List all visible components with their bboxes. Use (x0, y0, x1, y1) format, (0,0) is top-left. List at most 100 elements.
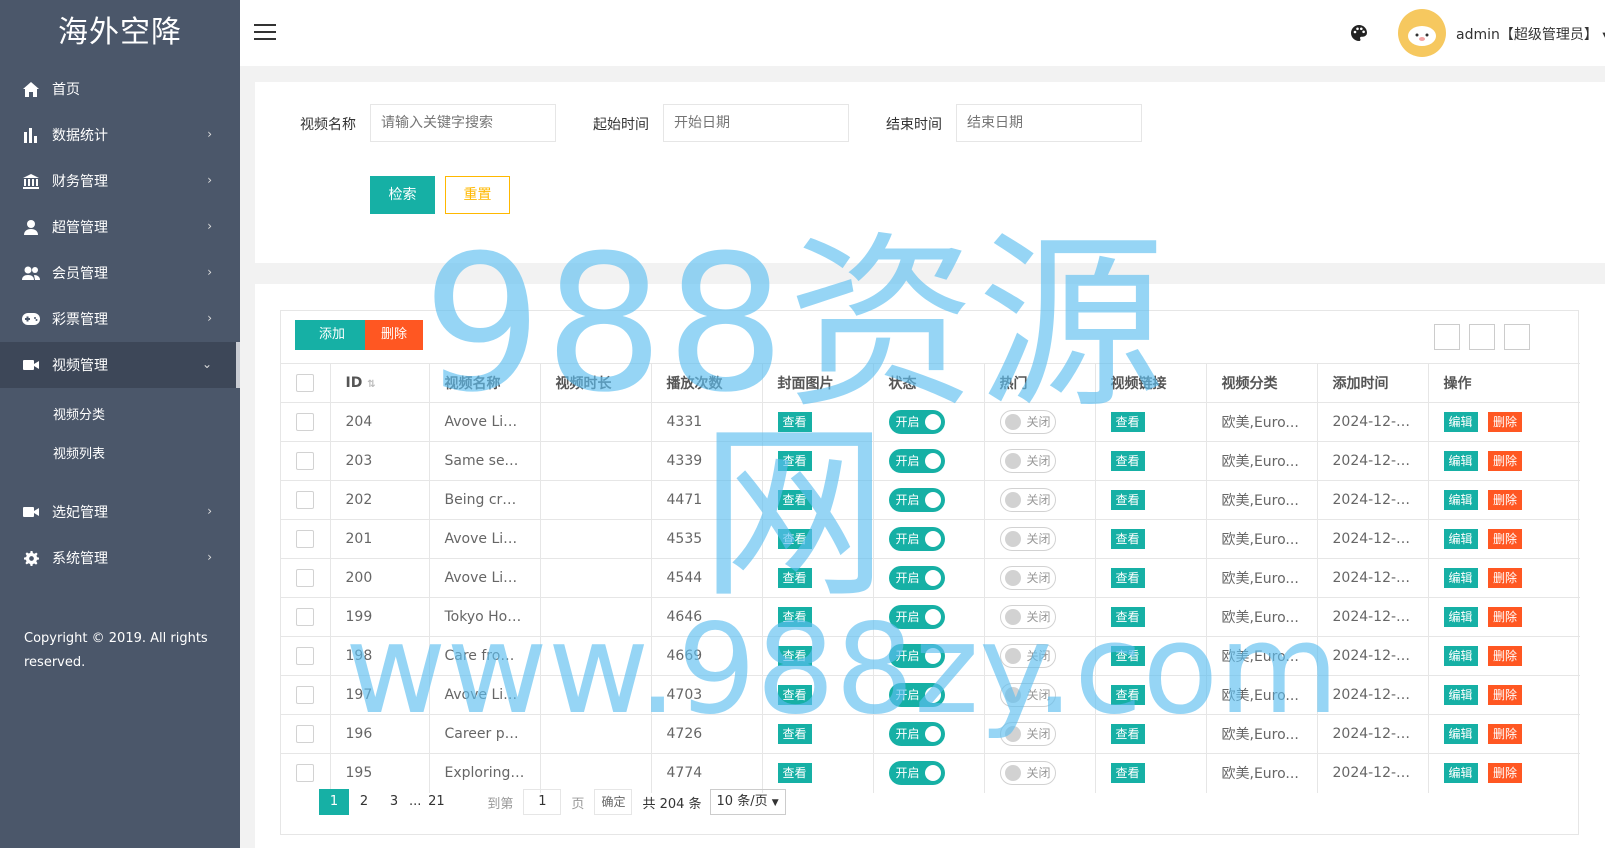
status-toggle[interactable]: 开启 (888, 722, 945, 746)
view-link-button[interactable]: 查看 (1110, 646, 1145, 666)
page-button[interactable]: 2 (349, 789, 379, 815)
view-cover-button[interactable]: 查看 (777, 607, 812, 627)
row-checkbox[interactable] (296, 569, 314, 587)
view-link-button[interactable]: 查看 (1110, 568, 1145, 588)
sidebar-item-6[interactable]: 视频管理 ⌄ (0, 342, 240, 388)
row-checkbox[interactable] (296, 530, 314, 548)
edit-button[interactable]: 编辑 (1443, 568, 1478, 588)
page-button[interactable]: 1 (319, 789, 349, 815)
view-link-button[interactable]: 查看 (1110, 763, 1145, 784)
hot-toggle[interactable]: 关闭 (999, 683, 1056, 707)
row-checkbox[interactable] (296, 491, 314, 509)
sidebar-item-0[interactable]: 首页 (0, 66, 240, 112)
status-toggle[interactable]: 开启 (888, 527, 945, 551)
view-cover-button[interactable]: 查看 (777, 646, 812, 666)
sidebar-item-7[interactable]: 选妃管理 › (0, 489, 240, 535)
hot-toggle[interactable]: 关闭 (999, 488, 1056, 512)
row-checkbox[interactable] (296, 764, 314, 783)
hot-toggle[interactable]: 关闭 (999, 527, 1056, 551)
view-cover-button[interactable]: 查看 (777, 490, 812, 510)
sidebar-item-8[interactable]: 系统管理 › (0, 535, 240, 581)
delete-button[interactable]: 删除 (1487, 490, 1522, 510)
delete-button[interactable]: 删除 (1487, 451, 1522, 471)
palette-icon[interactable] (1350, 24, 1368, 42)
start-date-input[interactable]: 开始日期 (663, 104, 849, 142)
end-date-input[interactable]: 结束日期 (956, 104, 1142, 142)
user-menu[interactable]: admin【超级管理员】 ▼ (1456, 24, 1605, 44)
row-checkbox[interactable] (296, 608, 314, 626)
avatar[interactable] (1398, 9, 1446, 57)
sidebar-item-4[interactable]: 会员管理 › (0, 250, 240, 296)
sidebar-item-5[interactable]: 彩票管理 › (0, 296, 240, 342)
delete-button[interactable]: 删除 (1487, 568, 1522, 588)
page-size-select[interactable]: 10 条/页 ▼ (709, 789, 786, 815)
view-cover-button[interactable]: 查看 (777, 763, 812, 784)
view-cover-button[interactable]: 查看 (777, 724, 812, 744)
edit-button[interactable]: 编辑 (1443, 412, 1478, 432)
column-header[interactable]: ID ⇅ (330, 363, 430, 403)
edit-button[interactable]: 编辑 (1443, 529, 1478, 549)
hot-toggle[interactable]: 关闭 (999, 410, 1056, 434)
sort-icon[interactable]: ⇅ (367, 379, 375, 390)
edit-button[interactable]: 编辑 (1443, 763, 1478, 784)
print-icon[interactable] (1504, 324, 1530, 350)
view-link-button[interactable]: 查看 (1110, 685, 1145, 705)
view-link-button[interactable]: 查看 (1110, 607, 1145, 627)
delete-button[interactable]: 删除 (1487, 529, 1522, 549)
edit-button[interactable]: 编辑 (1443, 724, 1478, 744)
view-link-button[interactable]: 查看 (1110, 451, 1145, 471)
edit-button[interactable]: 编辑 (1443, 451, 1478, 471)
status-toggle[interactable]: 开启 (888, 410, 945, 434)
row-checkbox[interactable] (296, 413, 314, 431)
sidebar-item-3[interactable]: 超管管理 › (0, 204, 240, 250)
view-cover-button[interactable]: 查看 (777, 685, 812, 705)
edit-button[interactable]: 编辑 (1443, 646, 1478, 666)
edit-button[interactable]: 编辑 (1443, 685, 1478, 705)
hot-toggle[interactable]: 关闭 (999, 644, 1056, 668)
view-link-button[interactable]: 查看 (1110, 412, 1145, 432)
view-cover-button[interactable]: 查看 (777, 451, 812, 471)
goto-page-input[interactable]: 1 (523, 789, 562, 815)
hot-toggle[interactable]: 关闭 (999, 449, 1056, 473)
menu-toggle-icon[interactable] (254, 24, 276, 42)
status-toggle[interactable]: 开启 (888, 566, 945, 590)
reset-button[interactable]: 重置 (445, 176, 510, 214)
page-button[interactable]: 3 (379, 789, 409, 815)
delete-button[interactable]: 删除 (1487, 724, 1522, 744)
status-toggle[interactable]: 开启 (888, 488, 945, 512)
page-button[interactable]: 21 (421, 789, 451, 815)
batch-delete-button[interactable]: 删除 (365, 320, 423, 350)
sidebar-subitem-1[interactable]: 视频列表 (0, 435, 240, 474)
view-cover-button[interactable]: 查看 (777, 568, 812, 588)
edit-button[interactable]: 编辑 (1443, 607, 1478, 627)
add-button[interactable]: 添加 (295, 320, 369, 350)
hot-toggle[interactable]: 关闭 (999, 761, 1056, 786)
select-all-checkbox[interactable] (296, 374, 314, 392)
search-button[interactable]: 检索 (370, 176, 435, 214)
delete-button[interactable]: 删除 (1487, 412, 1522, 432)
sidebar-subitem-0[interactable]: 视频分类 (0, 396, 240, 435)
status-toggle[interactable]: 开启 (888, 683, 945, 707)
delete-button[interactable]: 删除 (1487, 607, 1522, 627)
hot-toggle[interactable]: 关闭 (999, 605, 1056, 629)
status-toggle[interactable]: 开启 (888, 449, 945, 473)
sidebar-item-2[interactable]: 财务管理 › (0, 158, 240, 204)
edit-button[interactable]: 编辑 (1443, 490, 1478, 510)
delete-button[interactable]: 删除 (1487, 685, 1522, 705)
goto-confirm-button[interactable]: 确定 (594, 789, 633, 815)
export-icon[interactable] (1469, 324, 1495, 350)
row-checkbox[interactable] (296, 686, 314, 704)
row-checkbox[interactable] (296, 725, 314, 743)
status-toggle[interactable]: 开启 (888, 761, 945, 786)
row-checkbox[interactable] (296, 647, 314, 665)
view-cover-button[interactable]: 查看 (777, 529, 812, 549)
delete-button[interactable]: 删除 (1487, 763, 1522, 784)
status-toggle[interactable]: 开启 (888, 605, 945, 629)
hot-toggle[interactable]: 关闭 (999, 566, 1056, 590)
view-cover-button[interactable]: 查看 (777, 412, 812, 432)
delete-button[interactable]: 删除 (1487, 646, 1522, 666)
view-link-button[interactable]: 查看 (1110, 724, 1145, 744)
status-toggle[interactable]: 开启 (888, 644, 945, 668)
video-name-input[interactable]: 请输入关键字搜索 (370, 104, 556, 142)
sidebar-item-1[interactable]: 数据统计 › (0, 112, 240, 158)
